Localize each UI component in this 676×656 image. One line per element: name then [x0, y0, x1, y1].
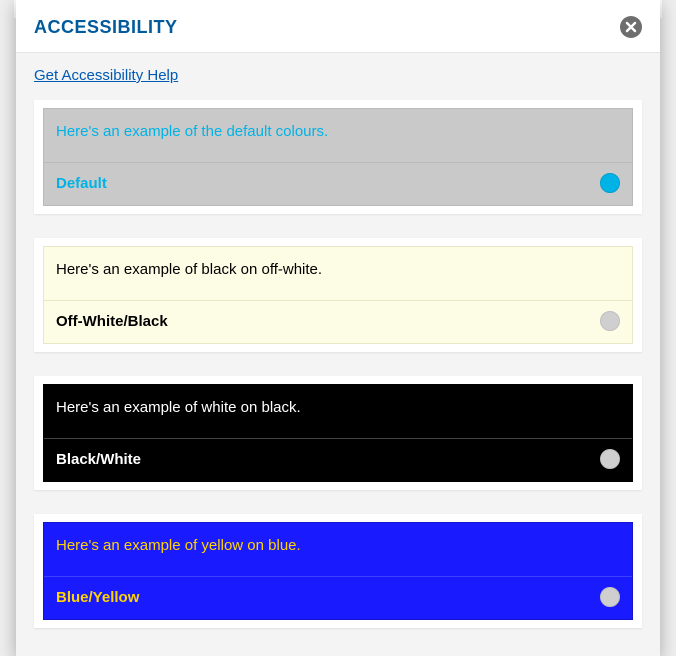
theme-label-row: Default [44, 162, 632, 205]
theme-option-blueyellow[interactable]: Here's an example of yellow on blue. Blu… [34, 514, 642, 628]
theme-option-inner: Here's an example of yellow on blue. Blu… [43, 522, 633, 620]
accessibility-help-link[interactable]: Get Accessibility Help [34, 67, 178, 84]
theme-label-row: Black/White [44, 438, 632, 481]
theme-option-inner: Here's an example of white on black. Bla… [43, 384, 633, 482]
theme-option-inner: Here's an example of black on off-white.… [43, 246, 633, 344]
theme-example-text: Here's an example of white on black. [44, 385, 632, 438]
theme-label: Blue/Yellow [56, 589, 139, 606]
theme-radio[interactable] [600, 587, 620, 607]
theme-option-default[interactable]: Here's an example of the default colours… [34, 100, 642, 214]
theme-label: Default [56, 175, 107, 192]
theme-option-offwhite[interactable]: Here's an example of black on off-white.… [34, 238, 642, 352]
theme-radio[interactable] [600, 173, 620, 193]
modal-title: ACCESSIBILITY [34, 17, 178, 38]
accessibility-modal: ACCESSIBILITY Get Accessibility Help Her… [16, 0, 660, 656]
theme-example-text: Here's an example of the default colours… [44, 109, 632, 162]
theme-label-row: Off-White/Black [44, 300, 632, 343]
modal-header: ACCESSIBILITY [16, 0, 660, 53]
theme-radio[interactable] [600, 449, 620, 469]
theme-option-blackwhite[interactable]: Here's an example of white on black. Bla… [34, 376, 642, 490]
theme-label: Black/White [56, 451, 141, 468]
close-icon [625, 21, 637, 33]
theme-radio[interactable] [600, 311, 620, 331]
theme-label: Off-White/Black [56, 313, 168, 330]
modal-body: Get Accessibility Help Here's an example… [16, 53, 660, 656]
close-button[interactable] [620, 16, 642, 38]
theme-example-text: Here's an example of black on off-white. [44, 247, 632, 300]
theme-label-row: Blue/Yellow [44, 576, 632, 619]
theme-option-inner: Here's an example of the default colours… [43, 108, 633, 206]
theme-example-text: Here's an example of yellow on blue. [44, 523, 632, 576]
